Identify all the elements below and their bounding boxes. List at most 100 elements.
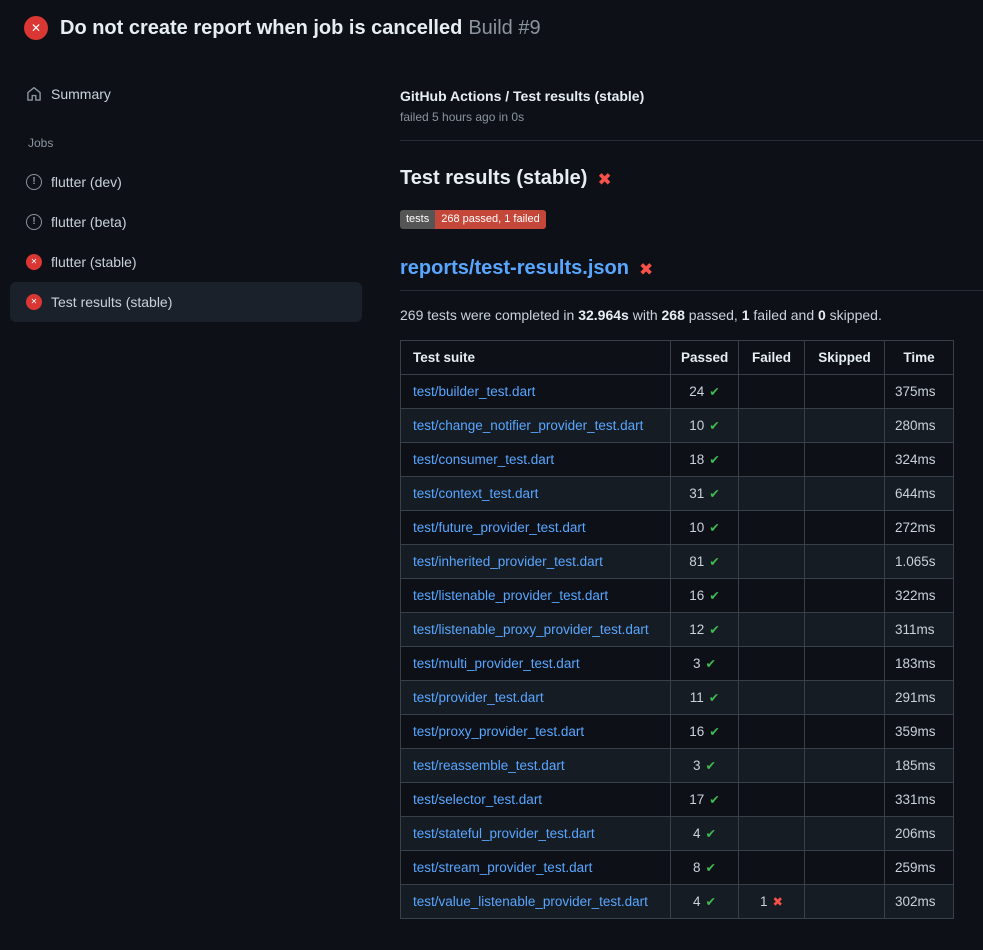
suite-link[interactable]: test/context_test.dart xyxy=(413,486,538,501)
skipped-cell xyxy=(805,783,885,817)
suite-link[interactable]: test/stream_provider_test.dart xyxy=(413,860,592,875)
job-label: flutter (stable) xyxy=(51,254,137,270)
summary-part: skipped. xyxy=(826,307,882,323)
suite-cell: test/reassemble_test.dart xyxy=(401,749,671,783)
passed-cell: 3✔ xyxy=(671,749,739,783)
suite-cell: test/context_test.dart xyxy=(401,477,671,511)
suite-cell: test/multi_provider_test.dart xyxy=(401,647,671,681)
passed-cell: 4✔ xyxy=(671,817,739,851)
suite-link[interactable]: test/proxy_provider_test.dart xyxy=(413,724,584,739)
passed-count: 4 xyxy=(693,894,701,909)
time-cell: 185ms xyxy=(885,749,954,783)
time-cell: 272ms xyxy=(885,511,954,545)
passed-cell: 11✔ xyxy=(671,681,739,715)
run-title-group: Do not create report when job is cancell… xyxy=(60,14,541,42)
time-cell: 644ms xyxy=(885,477,954,511)
time-cell: 280ms xyxy=(885,409,954,443)
col-header-passed: Passed xyxy=(671,341,739,375)
time-cell: 259ms xyxy=(885,851,954,885)
run-meta: failed 5 hours ago in 0s xyxy=(400,110,983,124)
suite-cell: test/stateful_provider_test.dart xyxy=(401,817,671,851)
check-icon: ✔ xyxy=(709,725,719,739)
passed-count: 81 xyxy=(689,554,704,569)
section-title: Test results (stable) xyxy=(400,167,587,190)
suite-link[interactable]: test/change_notifier_provider_test.dart xyxy=(413,418,643,433)
table-row: test/consumer_test.dart 18✔ ✖ 324ms xyxy=(401,443,954,477)
jobs-section-label: Jobs xyxy=(28,136,362,150)
suite-cell: test/listenable_proxy_provider_test.dart xyxy=(401,613,671,647)
col-header-skipped: Skipped xyxy=(805,341,885,375)
table-row: test/provider_test.dart 11✔ ✖ 291ms xyxy=(401,681,954,715)
summary-passed-count: 268 xyxy=(662,307,685,323)
passed-count: 18 xyxy=(689,452,704,467)
passed-cell: 17✔ xyxy=(671,783,739,817)
time-cell: 322ms xyxy=(885,579,954,613)
suite-link[interactable]: test/builder_test.dart xyxy=(413,384,535,399)
passed-count: 24 xyxy=(689,384,704,399)
failed-cell: ✖ xyxy=(739,545,805,579)
check-icon: ✔ xyxy=(709,555,719,569)
summary-part: with xyxy=(629,307,662,323)
failed-cell: ✖ xyxy=(739,715,805,749)
sidebar-job-item[interactable]: ! flutter (beta) xyxy=(10,202,362,242)
check-icon: ✔ xyxy=(706,759,716,773)
build-number: Build #9 xyxy=(468,17,540,39)
sidebar-job-item[interactable]: ✕ Test results (stable) xyxy=(10,282,362,322)
suite-link[interactable]: test/inherited_provider_test.dart xyxy=(413,554,603,569)
failed-cell: ✖ xyxy=(739,511,805,545)
col-header-failed: Failed xyxy=(739,341,805,375)
suite-link[interactable]: test/reassemble_test.dart xyxy=(413,758,565,773)
suite-cell: test/inherited_provider_test.dart xyxy=(401,545,671,579)
check-icon: ✔ xyxy=(709,453,719,467)
skipped-cell xyxy=(805,613,885,647)
sidebar-job-item[interactable]: ✕ flutter (stable) xyxy=(10,242,362,282)
suite-cell: test/selector_test.dart xyxy=(401,783,671,817)
passed-cell: 4✔ xyxy=(671,885,739,919)
check-icon: ✔ xyxy=(709,793,719,807)
table-row: test/reassemble_test.dart 3✔ ✖ 185ms xyxy=(401,749,954,783)
job-label: flutter (dev) xyxy=(51,174,122,190)
summary-skipped-count: 0 xyxy=(818,307,826,323)
skipped-cell xyxy=(805,443,885,477)
suite-link[interactable]: test/multi_provider_test.dart xyxy=(413,656,580,671)
table-row: test/value_listenable_provider_test.dart… xyxy=(401,885,954,919)
time-cell: 359ms xyxy=(885,715,954,749)
summary-failed-count: 1 xyxy=(742,307,750,323)
suite-cell: test/provider_test.dart xyxy=(401,681,671,715)
suite-link[interactable]: test/listenable_provider_test.dart xyxy=(413,588,608,603)
check-icon: ✔ xyxy=(706,657,716,671)
main-content: GitHub Actions / Test results (stable) f… xyxy=(400,56,983,919)
time-cell: 331ms xyxy=(885,783,954,817)
suite-link[interactable]: test/selector_test.dart xyxy=(413,792,542,807)
suite-link[interactable]: test/value_listenable_provider_test.dart xyxy=(413,894,648,909)
sidebar-job-item[interactable]: ! flutter (dev) xyxy=(10,162,362,202)
col-header-test-suite: Test suite xyxy=(401,341,671,375)
suite-cell: test/builder_test.dart xyxy=(401,375,671,409)
suite-link[interactable]: test/listenable_proxy_provider_test.dart xyxy=(413,622,649,637)
failed-cell: ✖ xyxy=(739,477,805,511)
divider xyxy=(400,140,983,141)
suite-cell: test/stream_provider_test.dart xyxy=(401,851,671,885)
suite-link[interactable]: test/future_provider_test.dart xyxy=(413,520,586,535)
section-title-row: Test results (stable) ✖ xyxy=(400,167,983,190)
passed-count: 16 xyxy=(689,588,704,603)
suite-link[interactable]: test/stateful_provider_test.dart xyxy=(413,826,595,841)
tests-badge: tests 268 passed, 1 failed xyxy=(400,210,546,229)
suite-link[interactable]: test/provider_test.dart xyxy=(413,690,544,705)
report-file-link[interactable]: reports/test-results.json xyxy=(400,257,629,280)
check-icon: ✔ xyxy=(706,895,716,909)
table-row: test/builder_test.dart 24✔ ✖ 375ms xyxy=(401,375,954,409)
x-circle-icon: ✕ xyxy=(24,16,48,40)
passed-count: 3 xyxy=(693,656,701,671)
sidebar-item-summary[interactable]: Summary xyxy=(10,80,362,108)
table-row: test/future_provider_test.dart 10✔ ✖ 272… xyxy=(401,511,954,545)
summary-duration: 32.964s xyxy=(578,307,629,323)
skipped-cell xyxy=(805,579,885,613)
x-icon: ✖ xyxy=(773,895,783,909)
time-cell: 206ms xyxy=(885,817,954,851)
time-cell: 324ms xyxy=(885,443,954,477)
passed-cell: 3✔ xyxy=(671,647,739,681)
passed-count: 4 xyxy=(693,826,701,841)
suite-link[interactable]: test/consumer_test.dart xyxy=(413,452,554,467)
job-label: Test results (stable) xyxy=(51,294,172,310)
